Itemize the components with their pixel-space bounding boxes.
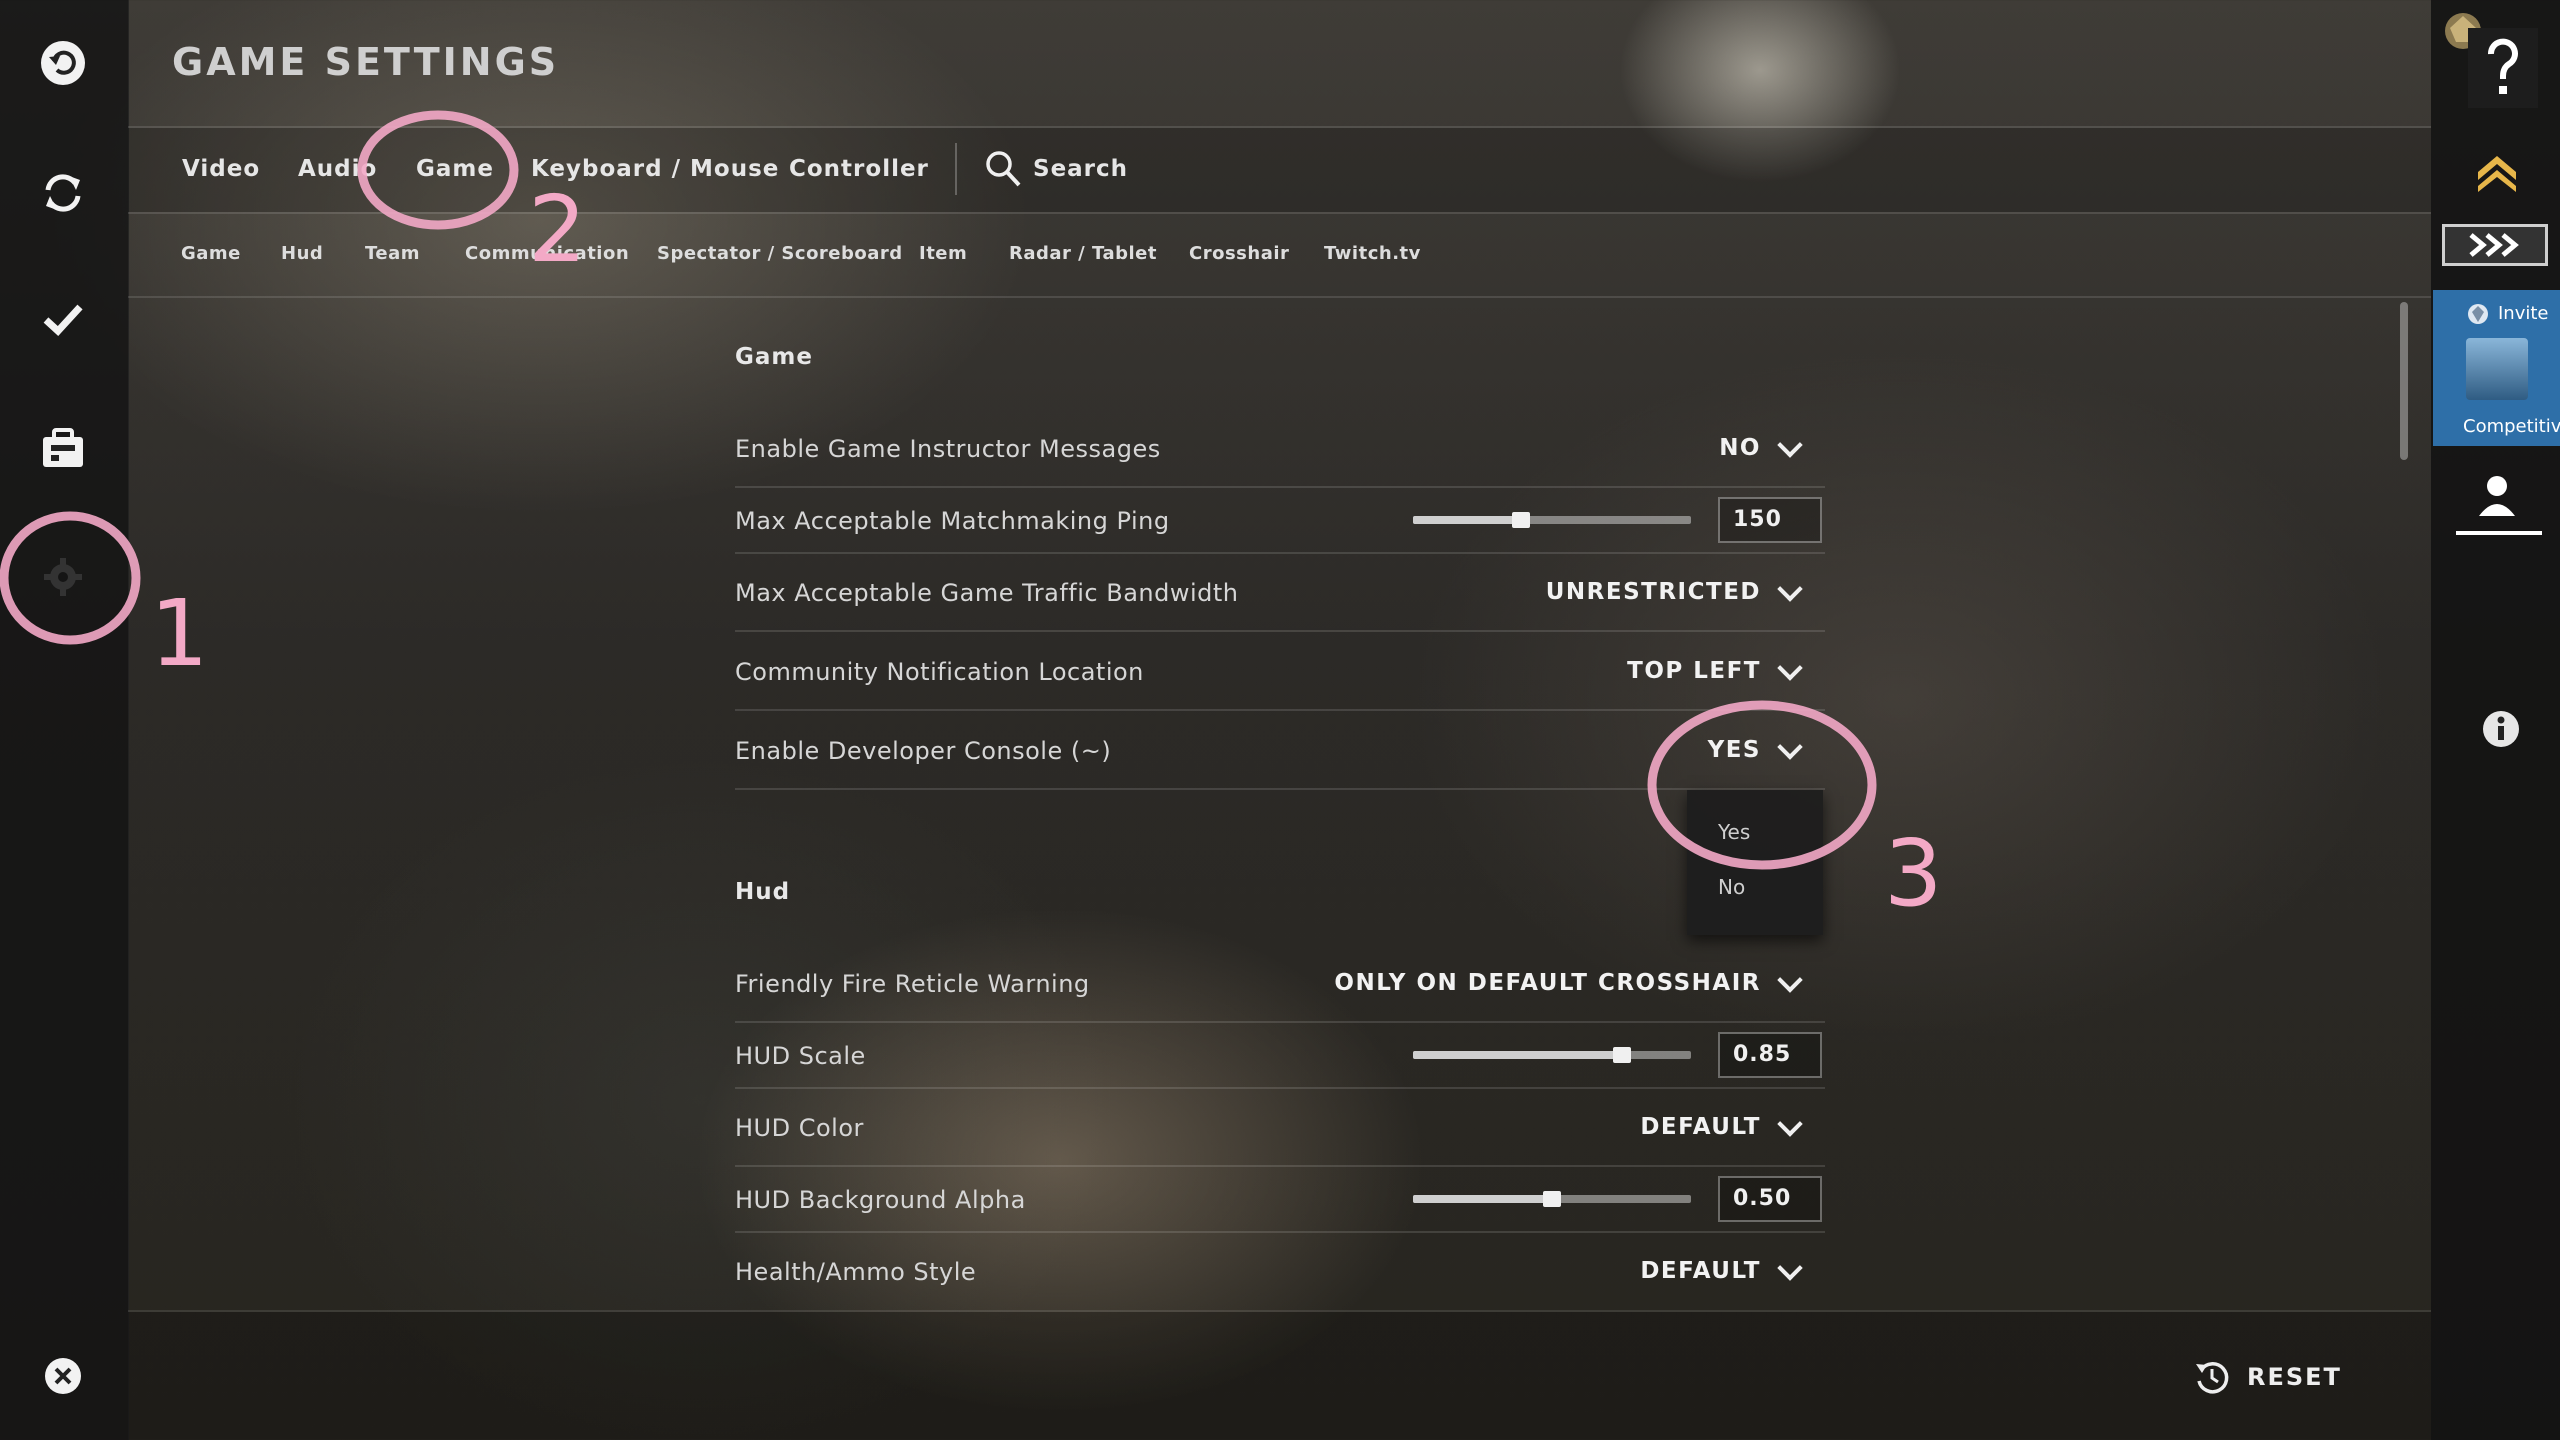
- subtab-spectator-scoreboard[interactable]: Spectator / Scoreboard: [657, 243, 903, 264]
- bottom-bar: [128, 1312, 2431, 1440]
- subtab-item[interactable]: Item: [919, 243, 967, 264]
- dropdown-value[interactable]: UNRESTRICTED: [1546, 579, 1761, 605]
- subtab-team[interactable]: Team: [365, 243, 420, 264]
- divider: [128, 296, 2431, 298]
- ping-slider[interactable]: [1413, 512, 1691, 528]
- tab-search[interactable]: Search: [1033, 156, 1128, 182]
- chevron-down-icon[interactable]: [1777, 967, 1803, 993]
- chevron-down-icon[interactable]: [1777, 1111, 1803, 1137]
- setting-label: HUD Color: [735, 1114, 864, 1142]
- hud-alpha-value-field[interactable]: 0.50: [1718, 1176, 1822, 1222]
- chevron-down-icon[interactable]: [1777, 432, 1803, 458]
- dropdown-value[interactable]: TOP LEFT: [1627, 658, 1761, 684]
- level-badge-icon[interactable]: [2442, 224, 2548, 266]
- section-title-hud: Hud: [735, 879, 791, 905]
- tab-separator: [955, 143, 957, 195]
- tab-video[interactable]: Video: [182, 156, 260, 182]
- row-divider: [735, 552, 1825, 554]
- dropdown-value[interactable]: NO: [1719, 435, 1761, 461]
- annotation-number-2: 2: [528, 176, 587, 283]
- map-thumbnail: [2466, 338, 2528, 400]
- row-divider: [735, 1231, 1825, 1233]
- ping-value-field[interactable]: 150: [1718, 497, 1822, 543]
- dropdown-value[interactable]: DEFAULT: [1640, 1258, 1761, 1284]
- row-divider: [735, 630, 1825, 632]
- subtab-radar-tablet[interactable]: Radar / Tablet: [1009, 243, 1157, 264]
- back-icon[interactable]: [34, 34, 92, 92]
- annotation-number-1: 1: [150, 580, 209, 687]
- annotation-number-3: 3: [1884, 820, 1943, 927]
- chevron-down-icon[interactable]: [1777, 734, 1803, 760]
- dropdown-value[interactable]: DEFAULT: [1640, 1114, 1761, 1140]
- setting-label: Enable Game Instructor Messages: [735, 435, 1161, 463]
- dropdown-menu: [1687, 790, 1823, 935]
- invite-avatar-icon: [2466, 302, 2490, 330]
- hud-scale-value-field[interactable]: 0.85: [1718, 1032, 1822, 1078]
- dropdown-value[interactable]: YES: [1708, 737, 1761, 763]
- chevron-down-icon[interactable]: [1777, 576, 1803, 602]
- annotation-overlay: [0, 110, 1877, 870]
- tab-audio[interactable]: Audio: [298, 156, 377, 182]
- subtab-twitch[interactable]: Twitch.tv: [1324, 243, 1421, 264]
- page-title: GAME SETTINGS: [172, 40, 560, 84]
- competitive-label: Competitive: [2463, 416, 2560, 437]
- row-divider: [735, 1165, 1825, 1167]
- slider-handle[interactable]: [1612, 1047, 1631, 1063]
- reset-icon[interactable]: [2193, 1358, 2231, 1400]
- section-title-game: Game: [735, 344, 813, 370]
- slider-handle[interactable]: [1512, 512, 1531, 528]
- slider-handle[interactable]: [1543, 1191, 1561, 1207]
- info-icon[interactable]: [2481, 709, 2521, 753]
- row-divider: [735, 788, 1825, 790]
- setting-label: Community Notification Location: [735, 658, 1144, 686]
- dropdown-option-no[interactable]: No: [1718, 875, 1745, 899]
- hud-alpha-slider[interactable]: [1413, 1191, 1691, 1207]
- close-icon[interactable]: [34, 1347, 92, 1405]
- rank-chevron-icon[interactable]: [2474, 150, 2520, 198]
- left-sidebar: [0, 0, 129, 1440]
- checkmark-icon[interactable]: [34, 290, 92, 348]
- row-divider: [735, 709, 1825, 711]
- settings-gear-icon[interactable]: [34, 548, 92, 606]
- inventory-icon[interactable]: [34, 420, 92, 478]
- row-divider: [735, 486, 1825, 488]
- dropdown-value[interactable]: ONLY ON DEFAULT CROSSHAIR: [1334, 970, 1761, 996]
- chevron-down-icon[interactable]: [1777, 655, 1803, 681]
- setting-label: HUD Background Alpha: [735, 1186, 1026, 1214]
- subtab-hud[interactable]: Hud: [281, 243, 323, 264]
- row-divider: [735, 1087, 1825, 1089]
- row-divider: [735, 1021, 1825, 1023]
- setting-label: Friendly Fire Reticle Warning: [735, 970, 1090, 998]
- tab-game[interactable]: Game: [416, 156, 494, 182]
- setting-label: HUD Scale: [735, 1042, 866, 1070]
- chevron-down-icon[interactable]: [1777, 1255, 1803, 1281]
- setting-label: Enable Developer Console (~): [735, 737, 1112, 765]
- friends-tab-indicator: [2456, 531, 2542, 535]
- friends-icon[interactable]: [2477, 474, 2517, 522]
- dropdown-option-yes[interactable]: Yes: [1718, 820, 1750, 844]
- invite-label[interactable]: Invite: [2498, 303, 2549, 324]
- refresh-icon[interactable]: [34, 164, 92, 222]
- reset-button[interactable]: RESET: [2247, 1363, 2342, 1391]
- search-icon[interactable]: [985, 150, 1021, 192]
- scrollbar[interactable]: [2400, 302, 2408, 460]
- subtab-game[interactable]: Game: [181, 243, 241, 264]
- setting-label: Max Acceptable Game Traffic Bandwidth: [735, 579, 1239, 607]
- setting-label: Max Acceptable Matchmaking Ping: [735, 507, 1170, 535]
- tab-controller[interactable]: Controller: [789, 156, 929, 182]
- setting-label: Health/Ammo Style: [735, 1258, 977, 1286]
- help-icon[interactable]: [2468, 28, 2538, 108]
- divider: [128, 212, 2431, 214]
- subtab-crosshair[interactable]: Crosshair: [1189, 243, 1289, 264]
- hud-scale-slider[interactable]: [1413, 1047, 1691, 1063]
